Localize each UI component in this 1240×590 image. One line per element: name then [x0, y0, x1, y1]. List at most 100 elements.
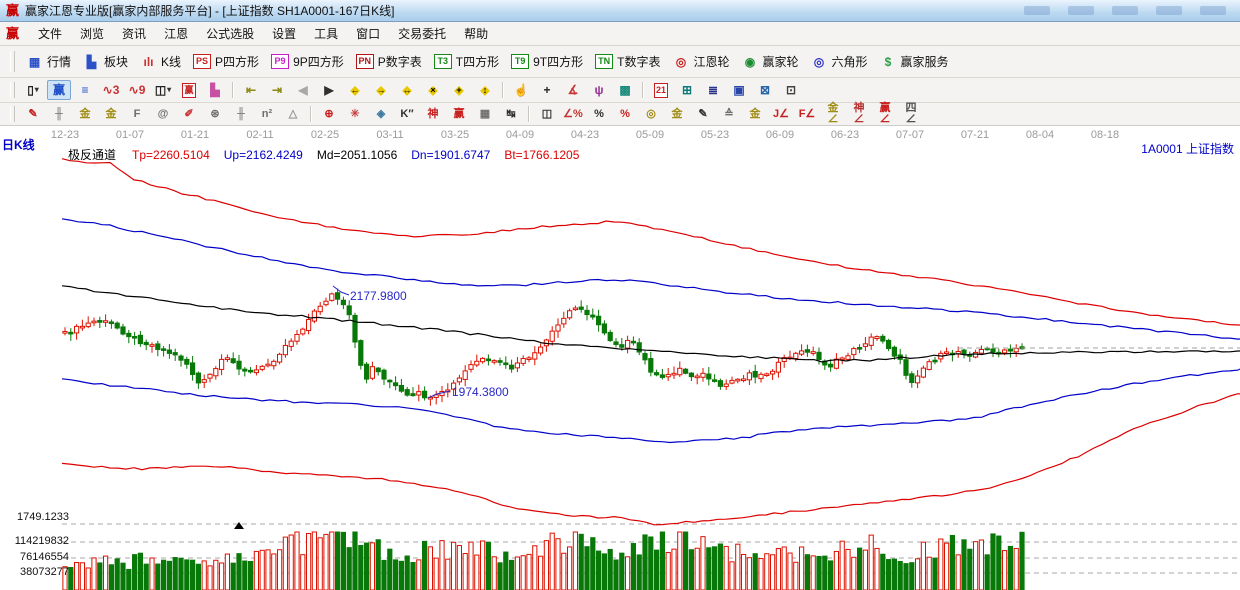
menu-item-6[interactable]: 设置 [263, 23, 305, 44]
toolbar-draw: ✎ ╫ 金 金 F @ ✐ ⊛ ╫ n² △ ⊕ ✳ ◈ K″ 神 赢 ▦ ↹ ◫ ∠%%% ◎ 金 ✎ ≙ 金 J∠ F∠ 金∠ 神∠ 赢… [0, 103, 1240, 126]
k-quote-tool[interactable]: K″ [395, 106, 419, 123]
gold-angle-tool[interactable]: 金∠ [821, 102, 845, 125]
t-number-table-button[interactable]: TN T数字表 [590, 51, 665, 72]
sectors-button[interactable]: ▙ 板块 [78, 51, 133, 72]
angle-measure-button[interactable]: ∡ [561, 80, 585, 100]
shift-left-button[interactable]: ◆ ← [343, 80, 367, 100]
gann-circle-tool[interactable]: ⊛ [203, 106, 227, 123]
winner-wheel-button[interactable]: ◉ 赢家轮 [736, 51, 803, 72]
crosshair-button[interactable]: + [535, 80, 559, 100]
prev-bar-button[interactable]: ◀ [291, 80, 315, 100]
n-square-tool-icon: n² [261, 107, 273, 120]
shift-right-button[interactable]: ◆ → [369, 80, 393, 100]
zoom-in-button[interactable]: ◆ + [447, 80, 471, 100]
f-grid-tool[interactable]: F [125, 106, 149, 123]
p-square-button[interactable]: PS P四方形 [188, 51, 264, 72]
gold-line-2-tool[interactable]: 金 [743, 106, 767, 123]
maze-button-icon: ▩ [619, 83, 631, 97]
winner-service-button[interactable]: $ 赢家服务 [875, 51, 954, 72]
notes-button[interactable]: ≣ [701, 80, 725, 100]
percent-angle-tool[interactable]: ∠% [561, 106, 585, 123]
menu-item-10[interactable]: 帮助 [455, 23, 497, 44]
shen-angle-tool[interactable]: 神∠ [847, 103, 871, 125]
target-tool-icon: ⊕ [324, 107, 334, 120]
date-label: 02-25 [310, 129, 340, 141]
four-angle-tool[interactable]: 四∠ [899, 103, 923, 125]
percent-line-tool[interactable]: % [613, 106, 637, 123]
first-bar-button[interactable]: ⇤ [239, 80, 263, 100]
brush-tool[interactable]: ✎ [21, 106, 45, 123]
nine-t-square-button[interactable]: T9 9T四方形 [506, 51, 588, 72]
wave-9-button[interactable]: ∿9 [125, 80, 149, 100]
zoom-out-button[interactable]: ◆ × [421, 80, 445, 100]
hexagon-button[interactable]: ◎ 六角形 [806, 51, 873, 72]
winner-red-button[interactable]: 赢 [177, 81, 201, 100]
gold-angle-tool-icon: 金∠ [827, 102, 839, 125]
hand-tool-button[interactable]: ☝ [509, 80, 533, 100]
width-measure-tool[interactable]: ↹ [499, 106, 523, 123]
period-style-button[interactable]: ▯ ▾ [21, 80, 45, 100]
menu-item-1[interactable]: 文件 [29, 23, 71, 44]
p-number-table-button[interactable]: PN P数字表 [351, 51, 427, 72]
info-panel-button[interactable]: ≡ [73, 80, 97, 100]
web-tool[interactable]: ✳ [343, 106, 367, 123]
workstation-button[interactable]: ⊡ [779, 80, 803, 100]
percent-tool[interactable]: % [587, 106, 611, 123]
last-bar-button[interactable]: ⇥ [265, 80, 289, 100]
comb-tool[interactable]: ╫ [47, 106, 71, 123]
j-angle-tool[interactable]: J∠ [769, 106, 793, 123]
zoom-horizontal-button[interactable]: ◆ ↔ [395, 80, 419, 100]
wave-3-button[interactable]: ∿3 [99, 80, 123, 100]
shen-grid-tool[interactable]: 神 [421, 106, 445, 123]
remote-data-button[interactable]: ⊠ [753, 80, 777, 100]
gold-grid-tool[interactable]: 金 [73, 106, 97, 123]
nine-p-square-button[interactable]: P9 9P四方形 [266, 51, 349, 72]
gold-grid-2-tool[interactable]: 金 [99, 106, 123, 123]
menu-item-7[interactable]: 工具 [305, 23, 347, 44]
volume-profile-button[interactable]: ▙ [203, 80, 227, 100]
t-square-label: T四方形 [455, 55, 500, 69]
calculator-button[interactable]: ⊞ [675, 80, 699, 100]
comb-2-tool[interactable]: ╫ [229, 106, 253, 123]
candle-style-button[interactable]: ◫ ▾ [151, 80, 175, 100]
n-square-tool[interactable]: n² [255, 106, 279, 123]
pencil-ruler-tool[interactable]: ✐ [177, 106, 201, 123]
t-square-button[interactable]: T3 T四方形 [429, 51, 504, 72]
win-angle-tool-icon: 赢∠ [879, 102, 891, 125]
save-button[interactable]: ▣ [727, 80, 751, 100]
f-angle-tool[interactable]: F∠ [795, 106, 819, 123]
menu-item-5[interactable]: 公式选股 [197, 23, 263, 44]
gold-circle-tool[interactable]: ◎ [639, 106, 663, 123]
app-logo-icon: 赢 [6, 3, 20, 18]
menu-item-3[interactable]: 资讯 [113, 23, 155, 44]
web-grid-tool[interactable]: ◈ [369, 106, 393, 123]
spiral-tool[interactable]: @ [151, 106, 175, 123]
marker-pen-tool[interactable]: ✎ [691, 106, 715, 123]
chart-area[interactable]: 日K线 1A0001 上证指数 极反通道 Tp=2260.5104 Up=2162.… [0, 126, 1240, 590]
number-grid-tool[interactable]: ▦ [473, 106, 497, 123]
win-grid-tool[interactable]: 赢 [447, 106, 471, 123]
gann-wheel-button[interactable]: ◎ 江恩轮 [667, 51, 734, 72]
win-angle-tool[interactable]: 赢∠ [873, 102, 897, 125]
kline-chart-canvas[interactable] [0, 126, 1240, 590]
maze-button[interactable]: ▩ [613, 80, 637, 100]
price-scale-tool[interactable]: ◫ [535, 106, 559, 123]
wave-measure-tool[interactable]: ≙ [717, 106, 741, 123]
next-bar-button[interactable]: ▶ [317, 80, 341, 100]
zoom-vertical-button[interactable]: ◆ ↕ [473, 80, 497, 100]
menu-item-4[interactable]: 江恩 [155, 23, 197, 44]
calendar-button[interactable]: 21 [649, 81, 673, 100]
kline-button[interactable]: ılı K线 [135, 51, 186, 72]
save-button-icon: ▣ [733, 83, 745, 97]
menu-item-8[interactable]: 窗口 [347, 23, 389, 44]
gold-line-tool[interactable]: 金 [665, 106, 689, 123]
prev-bar-button-icon: ◀ [298, 83, 308, 97]
menu-item-2[interactable]: 浏览 [71, 23, 113, 44]
quote-button[interactable]: ▦ 行情 [21, 51, 76, 72]
angle-fan-tool[interactable]: △ [281, 106, 305, 123]
target-tool[interactable]: ⊕ [317, 106, 341, 123]
menu-item-9[interactable]: 交易委托 [389, 23, 455, 44]
winner-analysis-button[interactable]: 赢 [47, 80, 71, 100]
tools-purple-button[interactable]: ψ [587, 80, 611, 100]
nine-t-square-label: 9T四方形 [533, 55, 584, 69]
